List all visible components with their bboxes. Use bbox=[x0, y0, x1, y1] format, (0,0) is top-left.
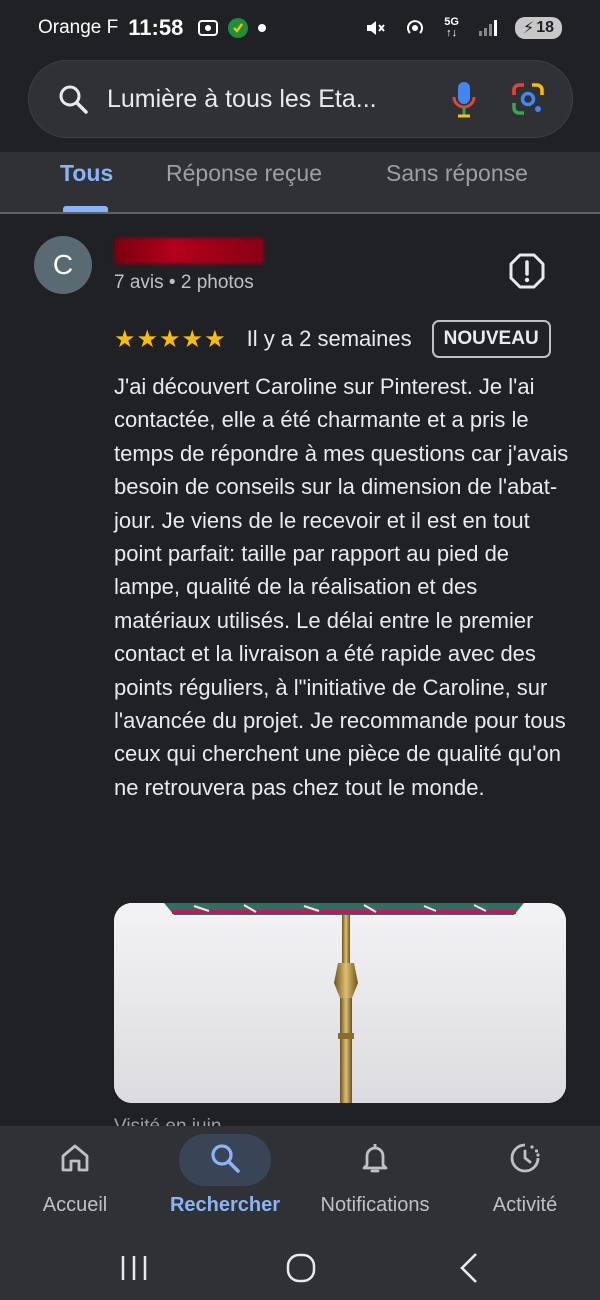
tab-tous[interactable]: Tous bbox=[60, 160, 113, 187]
more-notifications-dot-icon bbox=[257, 23, 267, 33]
tab-sans-reponse[interactable]: Sans réponse bbox=[386, 160, 528, 187]
report-icon[interactable] bbox=[508, 252, 546, 290]
reviewer-name-redacted[interactable] bbox=[114, 238, 264, 264]
nav-notifications-pill bbox=[329, 1134, 421, 1186]
microphone-icon[interactable] bbox=[448, 79, 480, 119]
review-photo[interactable] bbox=[114, 903, 566, 1103]
hotspot-icon bbox=[404, 17, 426, 39]
home-icon bbox=[58, 1141, 92, 1180]
app-notification-icon bbox=[227, 17, 249, 39]
charging-icon: ⚡ bbox=[522, 20, 535, 37]
review-filter-tabs: Tous Réponse reçue Sans réponse bbox=[0, 152, 600, 214]
battery-indicator: ⚡ 18 bbox=[514, 17, 562, 39]
status-bar: Orange F 11:58 5G ↑↓ ⚡ 18 bbox=[0, 0, 600, 56]
home-button-icon[interactable] bbox=[281, 1248, 321, 1288]
nav-accueil[interactable]: Accueil bbox=[0, 1126, 150, 1236]
reviewer-meta: 7 avis • 2 photos bbox=[114, 272, 254, 293]
nav-activite-label: Activité bbox=[492, 1194, 558, 1216]
search-icon bbox=[208, 1141, 242, 1180]
bell-icon bbox=[358, 1141, 392, 1180]
nav-accueil-pill bbox=[29, 1134, 121, 1186]
search-icon[interactable] bbox=[55, 81, 91, 117]
carrier-name: Orange F bbox=[38, 17, 119, 38]
bottom-navigation: Accueil Rechercher Notifications Activit… bbox=[0, 1126, 600, 1236]
back-icon[interactable] bbox=[450, 1248, 490, 1288]
history-icon bbox=[508, 1141, 542, 1180]
nav-notifications-label: Notifications bbox=[320, 1194, 430, 1216]
rating-row: ★★★★★ Il y a 2 semaines NOUVEAU bbox=[114, 320, 551, 358]
screenshot-icon bbox=[197, 17, 219, 39]
active-tab-indicator bbox=[63, 206, 108, 212]
nav-rechercher[interactable]: Rechercher bbox=[150, 1126, 300, 1236]
system-navigation-bar bbox=[0, 1236, 600, 1300]
nav-rechercher-pill bbox=[179, 1134, 271, 1186]
google-lens-icon[interactable] bbox=[510, 81, 546, 117]
clock: 11:58 bbox=[128, 15, 184, 40]
lamp-photo-illustration bbox=[114, 903, 566, 1103]
nav-activite[interactable]: Activité bbox=[450, 1126, 600, 1236]
network-5g-icon: 5G ↑↓ bbox=[444, 16, 459, 39]
search-bar[interactable]: Lumière à tous les Eta... bbox=[28, 60, 573, 138]
search-query[interactable]: Lumière à tous les Eta... bbox=[107, 85, 438, 114]
nav-accueil-label: Accueil bbox=[42, 1194, 108, 1216]
recent-apps-icon[interactable] bbox=[114, 1248, 154, 1288]
battery-level: 18 bbox=[536, 19, 554, 36]
tab-reponse-recue[interactable]: Réponse reçue bbox=[166, 160, 322, 187]
signal-icon bbox=[477, 18, 497, 38]
star-rating: ★★★★★ bbox=[114, 325, 227, 353]
nav-rechercher-label: Rechercher bbox=[169, 1194, 281, 1216]
nav-notifications[interactable]: Notifications bbox=[300, 1126, 450, 1236]
nav-activite-pill bbox=[479, 1134, 571, 1186]
review-date: Il y a 2 semaines bbox=[246, 326, 412, 351]
search-container: Lumière à tous les Eta... bbox=[28, 60, 573, 138]
reviewer-avatar[interactable]: C bbox=[34, 236, 92, 294]
new-badge: NOUVEAU bbox=[431, 320, 551, 358]
mute-icon bbox=[364, 17, 386, 39]
review-text: J'ai découvert Caroline sur Pinterest. J… bbox=[114, 374, 569, 800]
